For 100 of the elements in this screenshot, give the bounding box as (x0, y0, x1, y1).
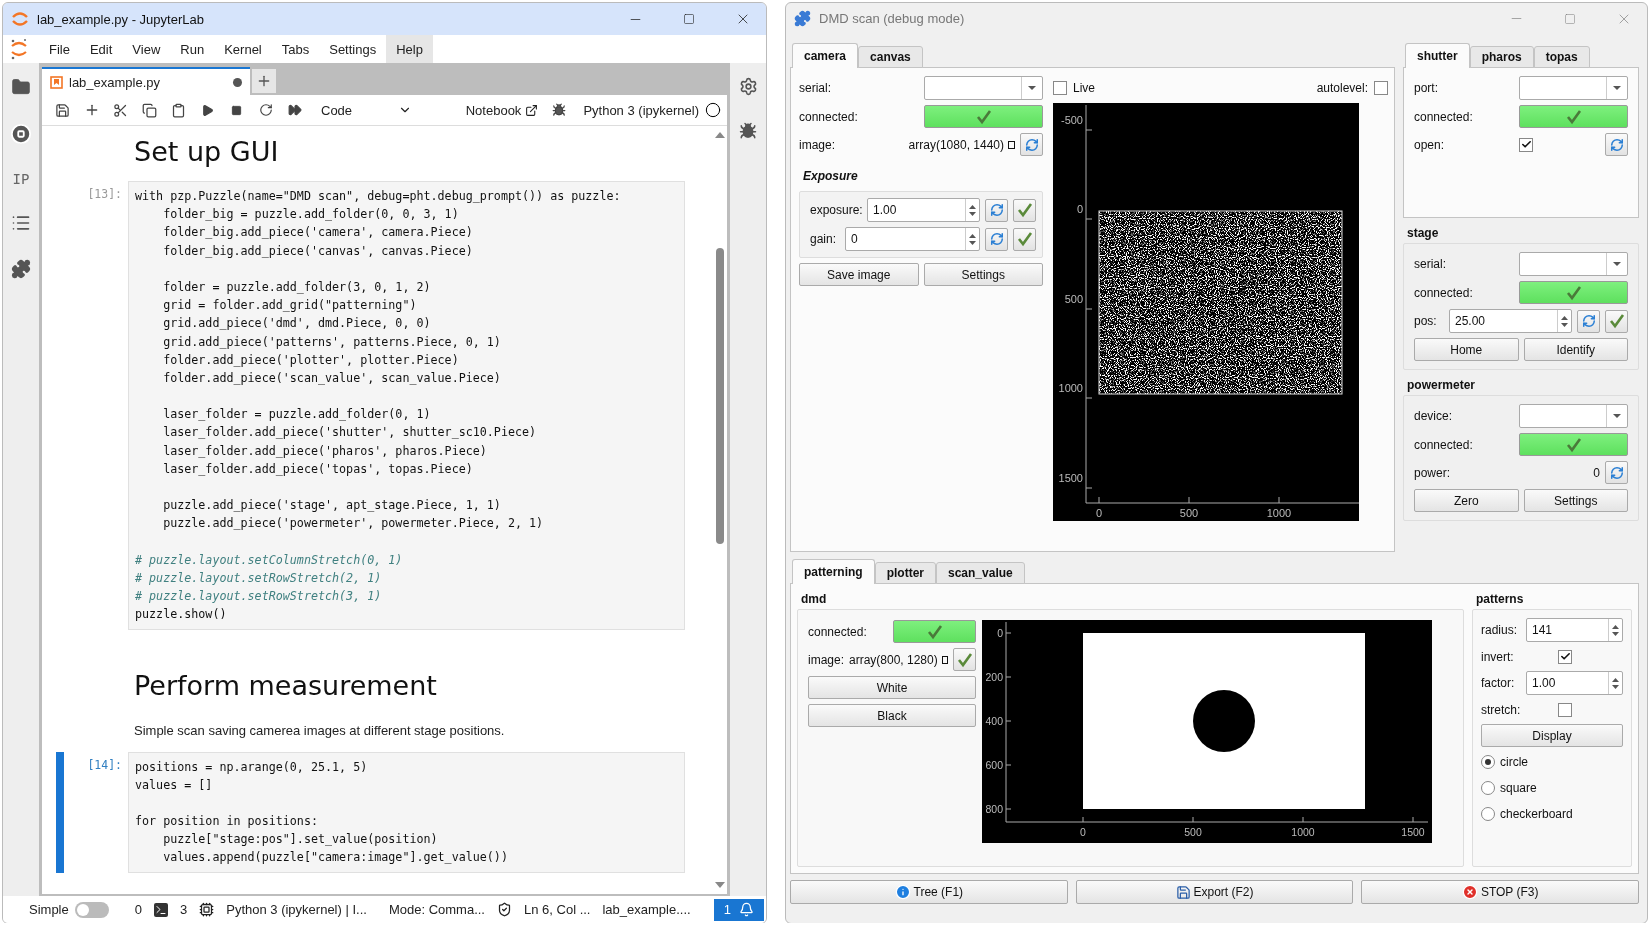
tab[interactable]: canvas (858, 46, 923, 68)
scroll-up-icon[interactable] (715, 132, 725, 138)
file-name[interactable]: lab_example.... (602, 902, 691, 917)
menu-item[interactable]: Kernel (214, 35, 272, 63)
dropdown[interactable] (1519, 404, 1628, 428)
refresh-button[interactable] (1605, 133, 1628, 156)
menu-item[interactable]: Settings (319, 35, 387, 63)
notifications-button[interactable]: 1 (713, 898, 764, 921)
apply-button[interactable] (953, 648, 976, 671)
apply-button[interactable] (1013, 198, 1036, 222)
spin-arrows-icon[interactable] (1557, 310, 1571, 332)
checkbox[interactable] (1053, 80, 1067, 95)
cursor-position[interactable]: Ln 6, Col ... (524, 902, 591, 917)
refresh-button[interactable] (1577, 309, 1600, 333)
code-line: with pzp.Puzzle(name="DMD scan", debug=pht.debug_prompt()) as puzzle: (135, 188, 622, 205)
tick-label: 500 (1179, 507, 1199, 519)
spin-box[interactable]: 1.00 (867, 198, 980, 222)
field-label: serial: (1414, 257, 1447, 271)
spin-arrows-icon[interactable] (965, 228, 979, 250)
dropdown[interactable] (924, 76, 1043, 100)
code-cell[interactable]: positions = np.arange(0, 25.1, 5) values = [] for position in positions: puzzle["stage:pos"].set_value(position) values.append(puzzle["camera:image"].get_value()) (128, 751, 685, 873)
apply-button[interactable] (1605, 309, 1628, 333)
push-button[interactable]: Zero (1414, 489, 1519, 512)
radio-button[interactable] (1481, 806, 1495, 821)
menu-item[interactable]: Edit (79, 35, 123, 63)
apply-button[interactable] (1013, 227, 1036, 251)
refresh-button[interactable] (1020, 133, 1043, 156)
push-button[interactable]: Settings (923, 263, 1043, 286)
property-inspector-icon[interactable]: IP (12, 171, 30, 187)
footer-button[interactable]: Tree (F1) (790, 880, 1068, 904)
command-mode[interactable]: Mode: Comma... (388, 902, 485, 917)
refresh-button[interactable] (1605, 461, 1628, 484)
radio-button[interactable] (1481, 754, 1495, 769)
connected-indicator[interactable] (1519, 105, 1628, 128)
spin-arrows-icon[interactable] (1608, 619, 1622, 641)
tab[interactable]: plotter (874, 562, 936, 584)
checkbox[interactable] (1558, 702, 1572, 717)
spin-arrows-icon[interactable] (965, 199, 979, 221)
field-label: power: (1414, 465, 1452, 480)
checkbox[interactable] (1519, 137, 1533, 152)
push-button[interactable]: White (808, 676, 976, 699)
kernel-name[interactable]: Python 3 (ipykernel) (573, 102, 705, 118)
push-button[interactable]: Identify (1523, 338, 1628, 361)
dropdown[interactable] (1519, 76, 1628, 100)
tab[interactable]: scan_value (936, 562, 1025, 584)
code-cell[interactable] (128, 181, 685, 630)
connected-indicator[interactable] (1519, 281, 1628, 304)
spin-box[interactable]: 1.00 (1526, 671, 1623, 695)
shield-check-icon[interactable] (497, 902, 512, 917)
menu-item[interactable]: Tabs (271, 35, 320, 63)
tab[interactable]: topas (1533, 46, 1590, 68)
cpu-icon[interactable] (199, 902, 215, 917)
stop-icon[interactable] (10, 123, 32, 145)
push-button[interactable]: Display (1481, 724, 1623, 747)
refresh-button[interactable] (985, 198, 1008, 222)
caret-icon (1613, 414, 1621, 418)
tab[interactable]: camera (792, 43, 859, 68)
checkbox[interactable] (1558, 649, 1572, 664)
push-button[interactable]: Black (808, 704, 976, 727)
spin-arrows-icon[interactable] (1608, 672, 1622, 694)
refresh-button[interactable] (985, 227, 1008, 251)
connected-indicator[interactable] (1519, 433, 1628, 456)
tick-label: -500 (1060, 114, 1083, 126)
folder-icon[interactable] (11, 77, 31, 97)
spin-box[interactable]: 25.00 (1449, 309, 1572, 333)
menu-item[interactable]: File (39, 35, 80, 63)
terminal-icon[interactable] (154, 902, 168, 917)
footer-button[interactable]: STOP (F3) (1361, 880, 1639, 904)
push-button[interactable]: Save image (799, 263, 919, 286)
radio-button[interactable] (1481, 780, 1495, 795)
tab[interactable]: pharos (1469, 46, 1534, 68)
group-title: patterns (1475, 591, 1525, 608)
bug-icon[interactable] (739, 122, 757, 140)
spin-box[interactable]: 141 (1526, 618, 1623, 642)
simple-mode-toggle[interactable] (74, 901, 109, 918)
scrollbar-thumb[interactable] (716, 248, 724, 544)
notebook-tab[interactable]: lab_example.py (42, 67, 250, 95)
menu-item[interactable]: Run (170, 35, 215, 63)
push-button[interactable]: Home (1414, 338, 1519, 361)
checkbox[interactable] (1374, 80, 1388, 95)
tab[interactable]: patterning (792, 559, 875, 584)
push-button[interactable]: Settings (1523, 489, 1628, 512)
menu-item[interactable]: View (122, 35, 171, 63)
list-icon[interactable] (11, 213, 31, 233)
puzzle-icon[interactable] (11, 259, 31, 279)
file-icon (50, 75, 63, 89)
connected-indicator[interactable] (924, 105, 1043, 128)
settings-icon[interactable] (738, 77, 758, 96)
footer-button[interactable]: Export (F2) (1075, 880, 1354, 904)
spin-box[interactable]: 0 (845, 227, 980, 251)
kernel-status[interactable]: Python 3 (ipykernel) | I... (226, 902, 367, 917)
tab[interactable]: shutter (1405, 43, 1470, 68)
cell-type-dropdown[interactable]: Code (313, 98, 421, 122)
new-tab-button[interactable] (252, 69, 276, 93)
menu-item[interactable]: Help (386, 35, 433, 63)
scroll-down-icon[interactable] (715, 882, 725, 888)
notebook-link[interactable]: Notebook (459, 102, 545, 118)
field-label: invert: (1481, 649, 1515, 664)
connected-indicator[interactable] (893, 620, 976, 643)
dropdown[interactable] (1519, 252, 1628, 276)
